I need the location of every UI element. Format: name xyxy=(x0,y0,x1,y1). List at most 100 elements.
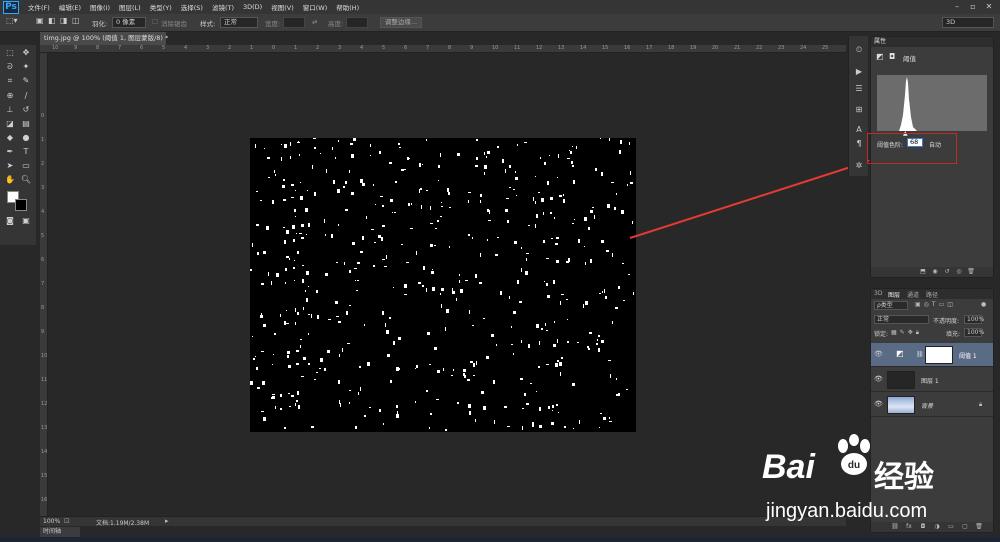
tab-channels[interactable]: 通道 xyxy=(907,290,919,299)
refine-edge-button[interactable]: 调整边缘... xyxy=(380,17,422,28)
filter-icons[interactable]: ▣◎T▭◫ xyxy=(915,301,956,308)
menu-type[interactable]: 类型(Y) xyxy=(150,2,172,12)
menu-file[interactable]: 文件(F) xyxy=(28,2,50,12)
layer-thumbnail[interactable] xyxy=(887,371,915,389)
opacity-input[interactable]: 100% xyxy=(964,315,984,324)
layer-name[interactable]: 图层 1 xyxy=(921,376,939,385)
eye-icon[interactable]: 👁︎ xyxy=(874,350,883,359)
blur-icon[interactable]: ◆ xyxy=(4,132,16,143)
eraser-icon[interactable]: ◪ xyxy=(4,118,16,129)
paragraph-panel-icon[interactable]: ¶ xyxy=(853,138,865,149)
eyedropper-icon[interactable]: ✎ xyxy=(20,75,32,86)
antialias-checkbox[interactable]: ☐ xyxy=(152,18,158,26)
background-color-swatch[interactable] xyxy=(15,199,27,211)
height-input[interactable] xyxy=(346,17,368,28)
info-panel-icon[interactable]: ⊞ xyxy=(853,104,865,115)
background-thumbnail[interactable] xyxy=(887,396,915,414)
layer-filter-select[interactable]: ρ类型 xyxy=(874,301,908,310)
magic-wand-icon[interactable]: ✦ xyxy=(20,61,32,72)
link-icon[interactable]: ⛓︎ xyxy=(916,351,924,358)
layer-mask-thumbnail[interactable] xyxy=(925,346,953,364)
menu-window[interactable]: 窗口(W) xyxy=(303,2,328,12)
hand-icon[interactable]: ✋ xyxy=(4,174,16,185)
style-select[interactable]: 正常 xyxy=(220,17,258,28)
layer-name[interactable]: 阈值 1 xyxy=(959,351,977,360)
tool-presets-icon[interactable]: ✲ xyxy=(853,160,865,171)
marquee-icon[interactable]: ⬚ xyxy=(4,47,16,58)
healing-brush-icon[interactable]: ⊕ xyxy=(4,90,16,101)
ruler-tick-label: 11 xyxy=(41,377,48,383)
swap-icon[interactable]: ⇄ xyxy=(312,18,317,26)
menu-3d[interactable]: 3D(D) xyxy=(243,3,262,11)
brush-icon[interactable]: ∕ xyxy=(20,90,32,101)
document-tab[interactable]: timg.jpg @ 100% (阈值 1, 图层蒙版/8) * xyxy=(40,32,168,45)
layer-row-threshold[interactable]: 👁︎ ◩ ⛓︎ 阈值 1 xyxy=(871,343,993,367)
rectangle-icon[interactable]: ▭ xyxy=(20,160,32,171)
view-previous-icon[interactable]: ◉ xyxy=(931,268,939,276)
path-select-icon[interactable]: ➤ xyxy=(4,160,16,171)
height-label: 高度: xyxy=(328,20,344,28)
menu-filter[interactable]: 滤镜(T) xyxy=(212,2,234,12)
clip-layer-icon[interactable]: ⬒ xyxy=(919,268,927,276)
pen-icon[interactable]: ✒ xyxy=(4,146,16,157)
zoom-icon[interactable]: 🔍︎ xyxy=(20,174,32,185)
width-input[interactable] xyxy=(283,17,305,28)
history-brush-icon[interactable]: ↺ xyxy=(20,104,32,115)
ruler-tick-label: 23 xyxy=(778,45,785,51)
reset-icon[interactable]: ↺ xyxy=(943,268,951,276)
minimize-icon[interactable]: – xyxy=(950,1,964,12)
intersect-selection-icon[interactable]: ◫ xyxy=(72,16,80,25)
maximize-icon[interactable]: ▫ xyxy=(966,1,980,12)
layer-row-background[interactable]: 👁︎ 背景 🔒︎ xyxy=(871,393,993,417)
filter-toggle-icon[interactable]: ● xyxy=(981,301,986,308)
auto-button[interactable]: 自动 xyxy=(929,140,941,149)
export-icon[interactable]: ⊡ xyxy=(64,517,70,525)
menu-help[interactable]: 帮助(H) xyxy=(336,2,359,12)
mask-icon[interactable]: ◘ xyxy=(889,52,895,61)
dodge-icon[interactable]: ● xyxy=(20,132,32,143)
document-image[interactable] xyxy=(250,138,636,432)
menu-image[interactable]: 图像(I) xyxy=(90,2,110,12)
feather-input[interactable]: 0 像素 xyxy=(112,17,146,28)
quick-mask-icon[interactable]: ◙ xyxy=(4,215,16,226)
screen-mode-icon[interactable]: ▣ xyxy=(20,215,32,226)
timeline-tab[interactable]: 时间轴 xyxy=(40,527,80,537)
new-selection-icon[interactable]: ▣ xyxy=(36,16,44,25)
workspace-select[interactable]: 3D xyxy=(942,17,994,28)
lasso-icon[interactable]: ᘐ xyxy=(4,61,16,72)
actions-panel-icon[interactable]: ▶ xyxy=(853,66,865,77)
move-icon[interactable]: ✥ xyxy=(20,47,32,58)
subtract-selection-icon[interactable]: ◨ xyxy=(60,16,68,25)
antialias-label: 消除锯齿 xyxy=(161,20,187,28)
menu-layer[interactable]: 图层(L) xyxy=(119,2,141,12)
tab-3d[interactable]: 3D xyxy=(874,290,882,297)
eye-icon[interactable]: 👁︎ xyxy=(874,375,883,384)
menu-select[interactable]: 选择(S) xyxy=(181,2,203,12)
zoom-level[interactable]: 100% xyxy=(43,518,60,525)
fill-input[interactable]: 100% xyxy=(964,328,984,337)
close-icon[interactable]: ✕ xyxy=(982,1,996,12)
blend-mode-select[interactable]: 正常 xyxy=(874,315,929,324)
crop-icon[interactable]: ⌗ xyxy=(4,75,16,86)
ruler-tick-label: 19 xyxy=(690,45,697,51)
layer-name[interactable]: 背景 xyxy=(921,401,933,410)
history-panel-icon[interactable]: ⏲ xyxy=(853,44,865,55)
adjustments-panel-icon[interactable]: ☰ xyxy=(853,83,865,94)
threshold-input[interactable]: 68 xyxy=(907,138,923,147)
type-icon[interactable]: T xyxy=(20,146,32,157)
status-menu-icon[interactable]: ▸ xyxy=(165,517,169,525)
menu-view[interactable]: 视图(V) xyxy=(271,2,294,12)
lock-icons[interactable]: ▦✎✥🔒︎ xyxy=(891,329,922,337)
tab-paths[interactable]: 路径 xyxy=(926,290,938,299)
gradient-icon[interactable]: ▤ xyxy=(20,118,32,129)
clone-stamp-icon[interactable]: ⊥ xyxy=(4,104,16,115)
menu-edit[interactable]: 编辑(E) xyxy=(59,2,81,12)
visibility-icon[interactable]: ◎ xyxy=(955,268,963,276)
tab-layers[interactable]: 图层 xyxy=(888,290,900,299)
marquee-tool-icon[interactable]: ⬚▾ xyxy=(6,16,18,25)
character-panel-icon[interactable]: A xyxy=(853,124,865,135)
layer-row-layer1[interactable]: 👁︎ 图层 1 xyxy=(871,368,993,392)
eye-icon[interactable]: 👁︎ xyxy=(874,400,883,409)
add-selection-icon[interactable]: ◧ xyxy=(48,16,56,25)
delete-adjustment-icon[interactable]: 🗑︎ xyxy=(967,268,975,276)
